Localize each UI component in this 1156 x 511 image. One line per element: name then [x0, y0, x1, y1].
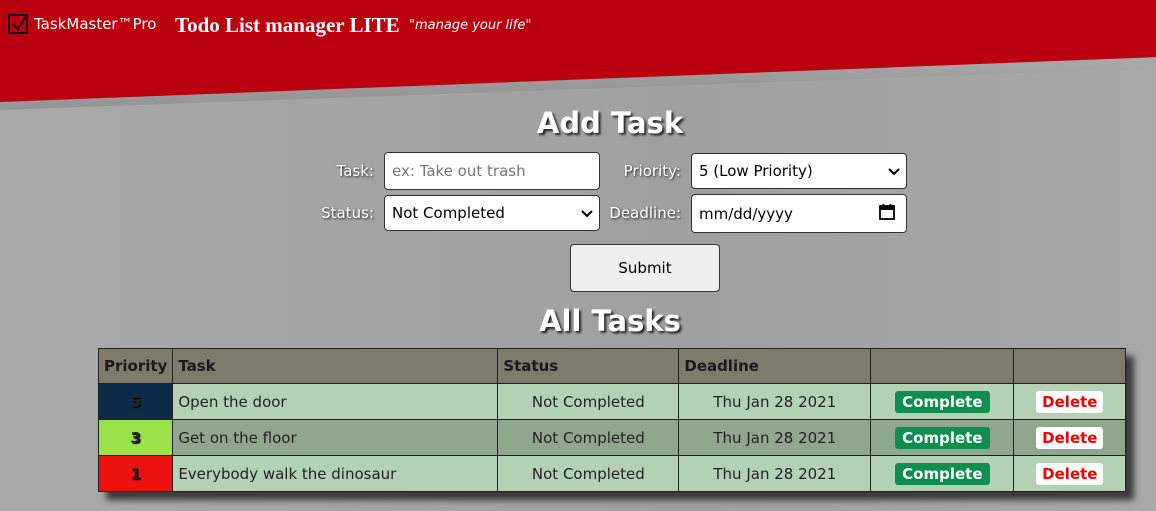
deadline-label: Deadline: [609, 204, 681, 222]
column-header-complete [870, 348, 1015, 384]
brand-name: TaskMaster™Pro [34, 15, 157, 33]
delete-button[interactable]: Delete [1036, 390, 1104, 413]
task-deadline: Thu Jan 28 2021 [678, 419, 872, 456]
column-header-delete [1013, 348, 1127, 384]
task-label: Task: [336, 162, 374, 180]
deadline-input-value: mm/dd/yyyy [699, 204, 793, 223]
chevron-down-icon [888, 162, 900, 180]
delete-cell: Delete [1013, 455, 1127, 492]
tasks-table: Priority Task Status Deadline 5 Open the… [97, 348, 1127, 492]
table-row: 1 Everybody walk the dinosaur Not Comple… [97, 455, 1127, 492]
priority-select[interactable]: 5 (Low Priority) [691, 153, 907, 189]
column-header-task: Task [172, 348, 499, 384]
task-name: Get on the floor [172, 419, 499, 456]
task-input[interactable]: ex: Take out trash [384, 152, 600, 190]
task-deadline: Thu Jan 28 2021 [678, 455, 872, 492]
table-row: 5 Open the door Not Completed Thu Jan 28… [97, 383, 1127, 420]
delete-cell: Delete [1013, 419, 1127, 456]
task-name: Open the door [172, 383, 499, 420]
priority-select-value: 5 (Low Priority) [699, 162, 813, 180]
complete-button[interactable]: Complete [895, 390, 990, 413]
status-label: Status: [321, 204, 374, 222]
deadline-input[interactable]: mm/dd/yyyy [691, 194, 907, 233]
complete-button[interactable]: Complete [895, 426, 990, 449]
priority-label: Priority: [623, 162, 681, 180]
delete-button[interactable]: Delete [1036, 426, 1104, 449]
tagline: "manage your life" [409, 18, 532, 33]
status-select[interactable]: Not Completed [384, 195, 600, 231]
complete-cell: Complete [870, 419, 1015, 456]
checkbox-check-icon [8, 14, 28, 34]
brand: TaskMaster™Pro [8, 14, 156, 34]
table-header-row: Priority Task Status Deadline [97, 348, 1127, 384]
delete-cell: Delete [1013, 383, 1127, 420]
column-header-deadline: Deadline [678, 348, 872, 384]
app-title: Todo List manager LITE [175, 13, 400, 37]
all-tasks-title: All Tasks [539, 304, 681, 338]
complete-cell: Complete [870, 455, 1015, 492]
priority-badge: 1 [97, 455, 174, 492]
add-task-title: Add Task [536, 106, 684, 140]
task-deadline: Thu Jan 28 2021 [678, 383, 872, 420]
submit-button[interactable]: Submit [570, 244, 720, 292]
complete-button[interactable]: Complete [895, 462, 990, 485]
column-header-status: Status [497, 348, 680, 384]
task-status: Not Completed [497, 419, 680, 456]
task-status: Not Completed [497, 383, 680, 420]
task-name: Everybody walk the dinosaur [172, 455, 499, 492]
status-select-value: Not Completed [392, 204, 505, 222]
column-header-priority: Priority [97, 348, 174, 384]
complete-cell: Complete [870, 383, 1015, 420]
priority-badge: 3 [97, 419, 174, 456]
delete-button[interactable]: Delete [1036, 462, 1104, 485]
priority-badge: 5 [97, 383, 174, 420]
task-input-placeholder: ex: Take out trash [392, 162, 526, 180]
table-row: 3 Get on the floor Not Completed Thu Jan… [97, 419, 1127, 456]
task-status: Not Completed [497, 455, 680, 492]
calendar-icon[interactable] [878, 203, 896, 225]
